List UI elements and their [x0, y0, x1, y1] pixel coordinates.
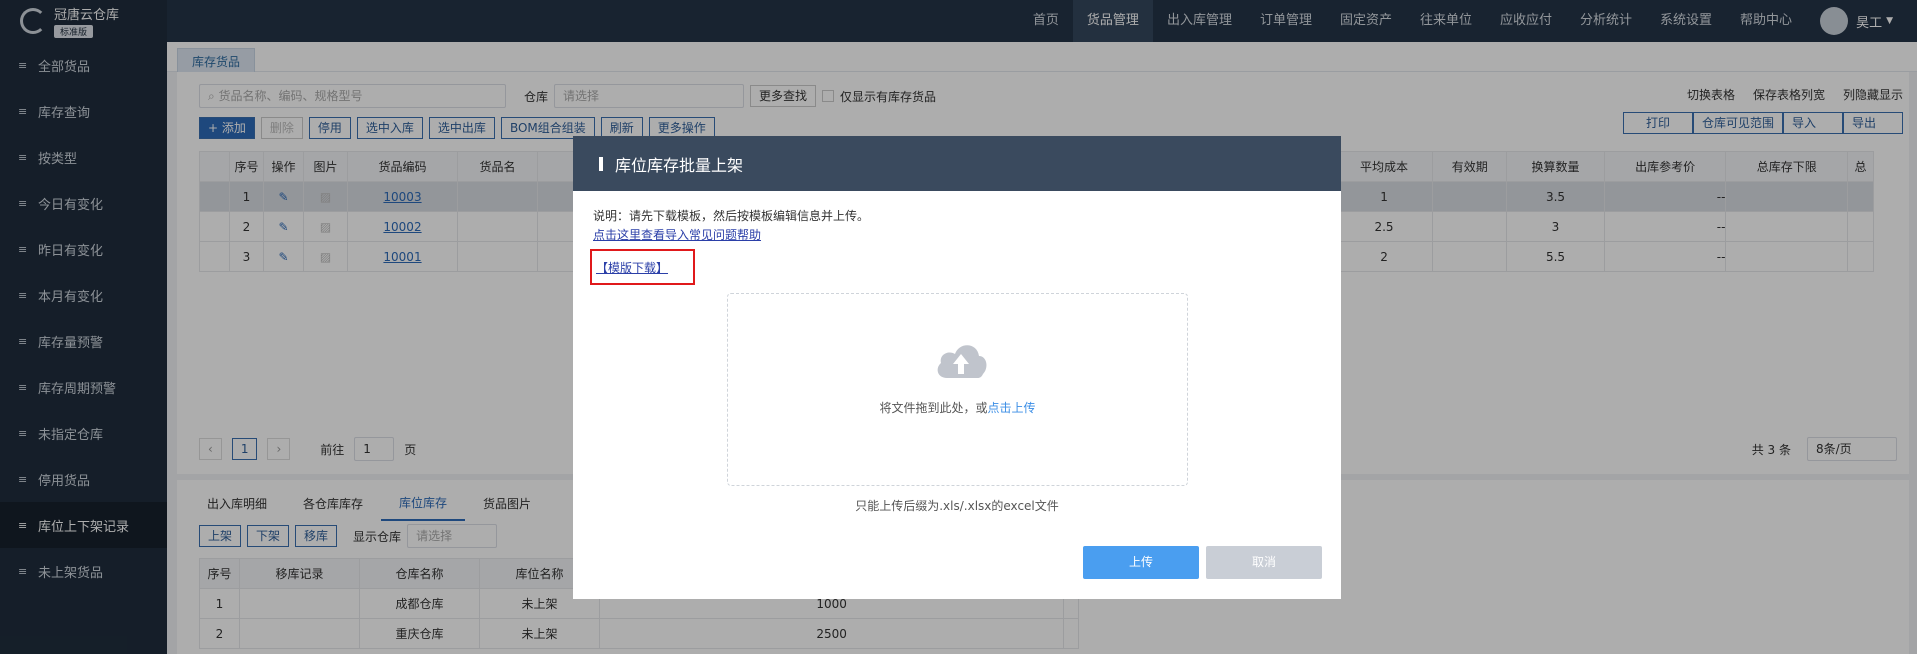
file-type-hint: 只能上传后缀为.xls/.xlsx的excel文件	[855, 499, 1059, 513]
dialog-header: 库位库存批量上架	[573, 136, 1341, 191]
upload-dropzone[interactable]: 将文件拖到此处，或点击上传	[727, 293, 1188, 486]
click-upload-link[interactable]: 点击上传	[988, 401, 1036, 415]
dialog-title: 库位库存批量上架	[615, 155, 744, 175]
title-bar-accent	[599, 156, 603, 171]
upload-button[interactable]: 上传	[1083, 546, 1199, 579]
cloud-upload-icon	[937, 345, 987, 378]
dropzone-text: 将文件拖到此处，或点击上传	[879, 401, 1036, 415]
dialog-description: 说明：请先下载模板，然后按模板编辑信息并上传。	[593, 209, 870, 223]
batch-shelve-dialog: 库位库存批量上架 说明：请先下载模板，然后按模板编辑信息并上传。 点击这里查看导…	[573, 136, 1341, 599]
cancel-button[interactable]: 取消	[1206, 546, 1322, 579]
template-download-link[interactable]: 【模版下载】	[590, 249, 695, 285]
help-link[interactable]: 点击这里查看导入常见问题帮助	[593, 226, 761, 243]
